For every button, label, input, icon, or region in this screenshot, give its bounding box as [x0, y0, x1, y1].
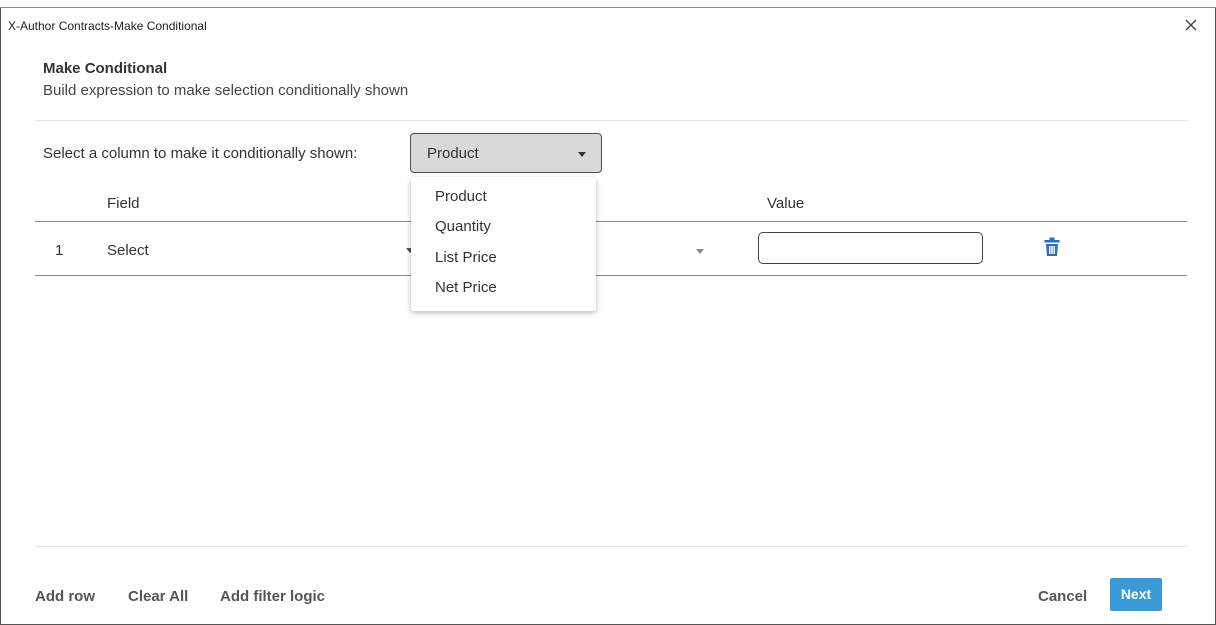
- footer-divider: [35, 546, 1188, 547]
- value-input[interactable]: [758, 232, 983, 264]
- column-select-label: Select a column to make it conditionally…: [43, 145, 358, 162]
- field-select[interactable]: Select: [99, 233, 419, 267]
- field-column-header: Field: [107, 195, 140, 212]
- table-header-line: [35, 221, 1187, 222]
- caret-down-icon: [696, 249, 704, 254]
- operator-select[interactable]: [600, 233, 710, 267]
- window-top-strip: [0, 0, 1216, 8]
- row-number: 1: [55, 242, 64, 259]
- cancel-button[interactable]: Cancel: [1038, 588, 1087, 605]
- dialog-subheading: Build expression to make selection condi…: [43, 82, 409, 99]
- caret-down-icon: [578, 152, 586, 157]
- dropdown-option-list-price[interactable]: List Price: [435, 249, 497, 266]
- dropdown-option-product[interactable]: Product: [435, 188, 487, 205]
- header-divider: [35, 120, 1188, 121]
- clear-all-link[interactable]: Clear All: [128, 588, 188, 605]
- add-row-link[interactable]: Add row: [35, 588, 95, 605]
- next-button[interactable]: Next: [1110, 578, 1162, 611]
- dropdown-option-quantity[interactable]: Quantity: [435, 218, 491, 235]
- table-row-line: [35, 275, 1187, 276]
- column-dropdown-menu: Product Quantity List Price Net Price: [411, 177, 596, 311]
- trash-icon: [1044, 237, 1060, 256]
- field-select-value: Select: [107, 242, 149, 259]
- dialog-heading: Make Conditional: [43, 60, 168, 77]
- delete-row-button[interactable]: [1044, 237, 1060, 257]
- close-button[interactable]: [1182, 16, 1200, 34]
- dropdown-option-net-price[interactable]: Net Price: [435, 279, 497, 296]
- column-select-value: Product: [427, 145, 479, 162]
- column-select[interactable]: Product: [410, 133, 602, 173]
- value-column-header: Value: [767, 195, 805, 212]
- window-title: X-Author Contracts-Make Conditional: [8, 19, 207, 33]
- add-filter-logic-link[interactable]: Add filter logic: [220, 588, 325, 605]
- close-icon: [1185, 19, 1197, 31]
